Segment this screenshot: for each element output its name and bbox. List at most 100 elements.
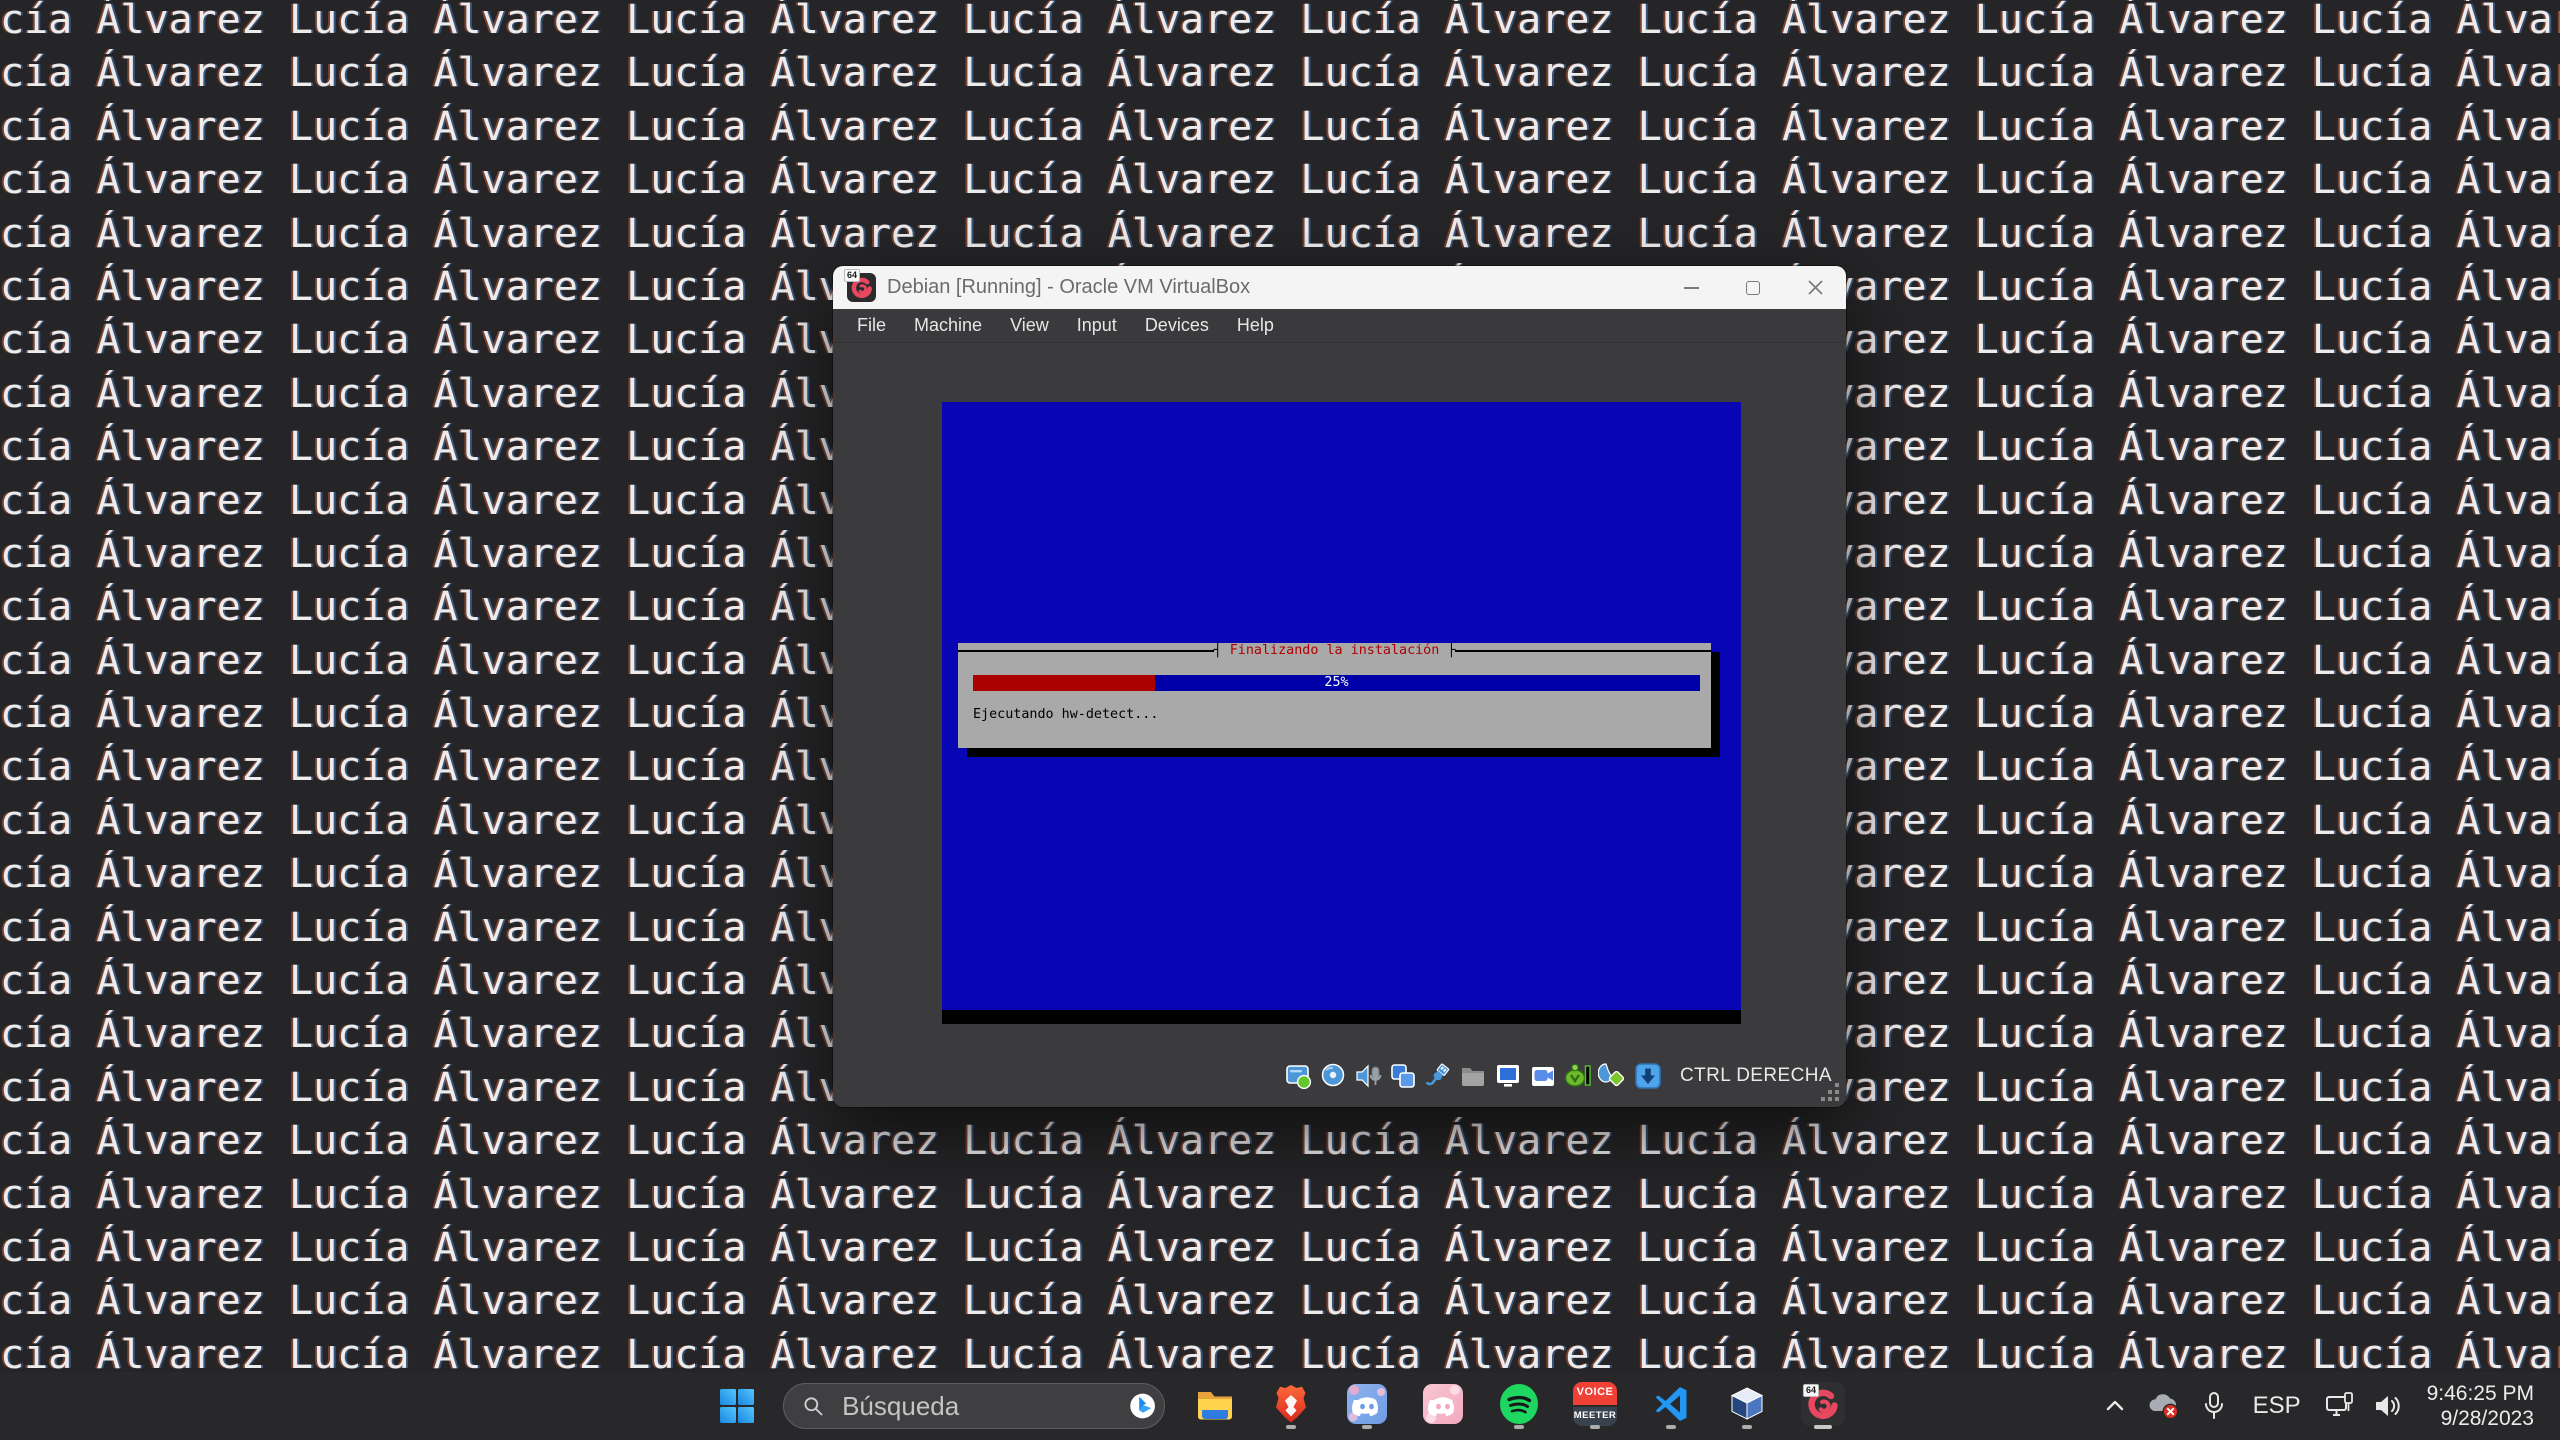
vm-screen[interactable]: ┤ Finalizando la instalación ├ 25% Ejecuta… xyxy=(942,402,1741,1024)
dialog-title-row: ┤ Finalizando la instalación ├ xyxy=(958,643,1712,659)
maximize-button[interactable] xyxy=(1722,266,1784,309)
brave-icon xyxy=(1276,1385,1306,1423)
mouse-integration-icon[interactable] xyxy=(1598,1061,1628,1091)
wallpaper-text-row: cía Álvarez Lucía Álvarez Lucía Álvarez … xyxy=(0,1224,2560,1271)
dialog-border-line xyxy=(1455,650,1712,652)
network-tray-icon[interactable] xyxy=(2315,1382,2363,1430)
running-indicator xyxy=(1362,1425,1372,1429)
progress-bar: 25% xyxy=(973,675,1700,691)
shared-folders-icon[interactable] xyxy=(1458,1061,1488,1091)
running-indicator xyxy=(1666,1425,1676,1429)
taskbar-app-discord-alt[interactable] xyxy=(1421,1382,1465,1430)
network-icon[interactable] xyxy=(1388,1061,1418,1091)
chevron-up-icon xyxy=(2106,1400,2123,1411)
resize-grip[interactable] xyxy=(1819,1083,1839,1101)
wallpaper-text-row: cía Álvarez Lucía Álvarez Lucía Álvarez … xyxy=(0,103,2560,150)
microphone-icon xyxy=(2204,1392,2223,1419)
taskbar-app-virtualbox[interactable] xyxy=(1725,1382,1769,1430)
voicemeeter-icon: VOICE MEETER xyxy=(1573,1382,1617,1426)
dialog-border-line xyxy=(958,650,1214,652)
running-indicator xyxy=(1590,1425,1600,1429)
dialog-title: Finalizando la instalación xyxy=(1229,643,1440,658)
running-indicator xyxy=(1514,1425,1524,1429)
discord-pink-icon xyxy=(1423,1384,1463,1424)
wallpaper-text-row: cía Álvarez Lucía Álvarez Lucía Álvarez … xyxy=(0,1118,2560,1165)
usb-icon[interactable] xyxy=(1423,1061,1453,1091)
search-icon xyxy=(804,1397,823,1416)
running-indicator xyxy=(1286,1425,1296,1429)
menu-help[interactable]: Help xyxy=(1223,309,1288,342)
onedrive-tray-icon[interactable] xyxy=(2137,1382,2189,1430)
debian-vm-icon: 64 xyxy=(1801,1382,1845,1426)
close-button[interactable] xyxy=(1784,266,1846,309)
wallpaper-text-row: cía Álvarez Lucía Álvarez Lucía Álvarez … xyxy=(0,1278,2560,1325)
debian-app-icon: 64 xyxy=(844,269,876,302)
clock[interactable]: 9:46:25 PM 9/28/2023 xyxy=(2427,1381,2534,1431)
voicemeeter-label-bottom: MEETER xyxy=(1573,1405,1617,1426)
wallpaper-text-row: cía Álvarez Lucía Álvarez Lucía Álvarez … xyxy=(0,157,2560,204)
language-indicator[interactable]: ESP xyxy=(2239,1382,2315,1430)
start-button[interactable] xyxy=(713,1384,761,1428)
menu-input[interactable]: Input xyxy=(1063,309,1131,342)
progress-percent-label: 25% xyxy=(1324,675,1349,690)
recording-icon[interactable] xyxy=(1528,1061,1558,1091)
optical-disc-icon[interactable] xyxy=(1318,1061,1348,1091)
windows-taskbar: VOICE MEETER xyxy=(0,1372,2560,1440)
maximize-icon xyxy=(1746,280,1760,295)
taskbar-app-debian-vm[interactable]: 64 xyxy=(1801,1382,1845,1430)
search-input[interactable] xyxy=(840,1389,1129,1423)
wallpaper-text-row: cía Álvarez Lucía Álvarez Lucía Álvarez … xyxy=(0,1171,2560,1218)
execution-engine-turtle-icon[interactable] xyxy=(1563,1061,1593,1091)
display-icon[interactable] xyxy=(1493,1061,1523,1091)
arch-64-badge: 64 xyxy=(1803,1384,1820,1397)
tray-time: 9:46:25 PM xyxy=(2426,1382,2534,1405)
vm-screen-black-band xyxy=(942,1010,1741,1024)
tray-overflow-button[interactable] xyxy=(2093,1382,2137,1430)
taskbar-app-discord[interactable] xyxy=(1345,1382,1389,1430)
installer-dialog: ┤ Finalizando la instalación ├ 25% Ejecuta… xyxy=(958,643,1712,748)
minimize-button[interactable] xyxy=(1660,266,1722,309)
virtualbox-icon xyxy=(1730,1387,1764,1420)
taskbar-app-voicemeeter[interactable]: VOICE MEETER xyxy=(1573,1382,1617,1430)
taskbar-app-vscode[interactable] xyxy=(1649,1382,1693,1430)
tray-date: 9/28/2023 xyxy=(2440,1407,2534,1430)
cloud-error-icon xyxy=(2149,1394,2178,1420)
window-title: Debian [Running] - Oracle VM VirtualBox xyxy=(887,276,1251,298)
discord-icon xyxy=(1347,1384,1387,1424)
window-titlebar[interactable]: 64 Debian [Running] - Oracle VM VirtualB… xyxy=(833,266,1846,309)
ethernet-icon xyxy=(2325,1392,2353,1416)
wallpaper-text-row: cía Álvarez Lucía Álvarez Lucía Álvarez … xyxy=(0,210,2560,257)
menu-machine[interactable]: Machine xyxy=(900,309,996,342)
virtualbox-window: 64 Debian [Running] - Oracle VM VirtualB… xyxy=(833,266,1846,1107)
volume-tray-icon[interactable] xyxy=(2363,1382,2413,1430)
voicemeeter-label-top: VOICE xyxy=(1573,1382,1617,1406)
menu-file[interactable]: File xyxy=(843,309,900,342)
keyboard-capture-icon[interactable] xyxy=(1633,1061,1663,1091)
vscode-icon xyxy=(1655,1387,1687,1421)
search-box[interactable] xyxy=(783,1383,1165,1429)
minimize-icon xyxy=(1683,286,1699,289)
taskbar-app-spotify[interactable] xyxy=(1497,1382,1541,1430)
wallpaper-text-row: cía Álvarez Lucía Álvarez Lucía Álvarez … xyxy=(0,0,2560,43)
speaker-icon xyxy=(2375,1396,2400,1416)
running-indicator xyxy=(1742,1425,1752,1429)
spotify-icon xyxy=(1500,1384,1538,1424)
microphone-tray-icon[interactable] xyxy=(2189,1382,2239,1430)
audio-icon[interactable] xyxy=(1353,1061,1383,1091)
menubar: File Machine View Input Devices Help xyxy=(833,309,1846,343)
arch-64-badge: 64 xyxy=(844,269,861,282)
menu-devices[interactable]: Devices xyxy=(1131,309,1223,342)
taskbar-app-file-explorer[interactable] xyxy=(1193,1382,1237,1430)
menu-view[interactable]: View xyxy=(996,309,1063,342)
installer-status-text: Ejecutando hw-detect... xyxy=(973,707,1159,722)
bing-icon[interactable] xyxy=(1129,1390,1156,1422)
taskbar-app-brave[interactable] xyxy=(1269,1382,1313,1430)
hard-disk-icon[interactable] xyxy=(1283,1061,1313,1091)
host-key-label: CTRL DERECHA xyxy=(1680,1065,1832,1086)
vbox-statusbar: CTRL DERECHA xyxy=(1283,1057,1832,1095)
taskbar-apps: VOICE MEETER 64 xyxy=(1193,1382,1845,1430)
close-icon xyxy=(1807,280,1823,295)
windows-logo-icon xyxy=(720,1389,754,1423)
file-explorer-icon xyxy=(1198,1392,1232,1420)
running-indicator xyxy=(1814,1425,1832,1429)
